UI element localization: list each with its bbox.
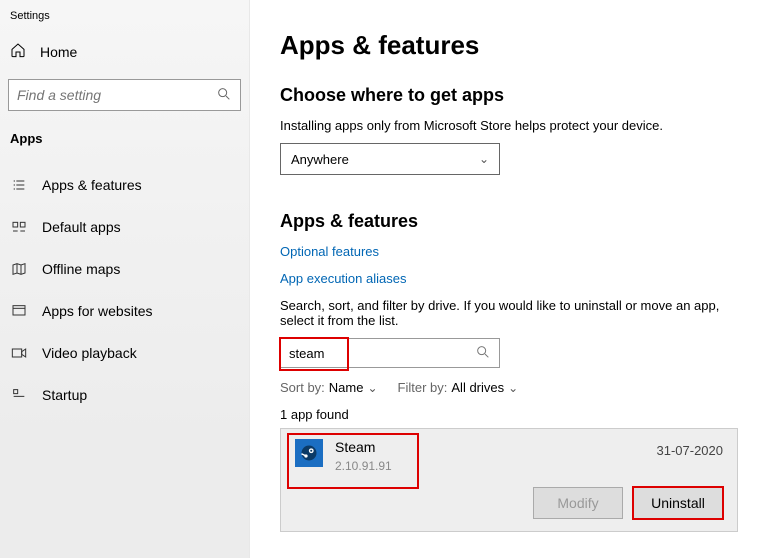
window-title: Settings — [0, 8, 249, 34]
apps-found-count: 1 app found — [280, 407, 738, 422]
sort-label: Sort by: — [280, 380, 325, 395]
sidebar-item-label: Offline maps — [42, 261, 120, 277]
apps-desc: Search, sort, and filter by drive. If yo… — [280, 298, 720, 328]
sidebar-item-label: Apps & features — [42, 177, 142, 193]
nav-home-label: Home — [40, 44, 77, 60]
app-links: Optional features App execution aliases — [280, 244, 738, 286]
search-icon — [216, 86, 232, 105]
sidebar-item-label: Apps for websites — [42, 303, 153, 319]
sidebar-nav: Apps & features Default apps Offline map… — [0, 164, 249, 416]
nav-home[interactable]: Home — [0, 34, 249, 69]
sidebar-item-apps-features[interactable]: Apps & features — [0, 164, 249, 206]
where-heading: Choose where to get apps — [280, 85, 738, 106]
filter-by[interactable]: Filter by: All drives ⌄ — [398, 380, 519, 395]
uninstall-button[interactable]: Uninstall — [633, 487, 723, 519]
sidebar-item-label: Default apps — [42, 219, 121, 235]
chevron-down-icon: ⌄ — [479, 152, 489, 166]
sidebar-search-input[interactable] — [17, 87, 216, 103]
filter-value: All drives — [451, 380, 504, 395]
sidebar-item-label: Startup — [42, 387, 87, 403]
sidebar-item-label: Video playback — [42, 345, 137, 361]
list-icon — [10, 176, 28, 194]
chevron-down-icon: ⌄ — [367, 381, 377, 395]
map-icon — [10, 260, 28, 278]
sort-by[interactable]: Sort by: Name ⌄ — [280, 380, 378, 395]
where-value: Anywhere — [291, 152, 349, 167]
sidebar: Settings Home Apps Apps & features Defau… — [0, 0, 250, 558]
page-title: Apps & features — [280, 30, 738, 61]
home-icon — [10, 42, 26, 61]
where-dropdown[interactable]: Anywhere ⌄ — [280, 143, 500, 175]
sidebar-item-offline-maps[interactable]: Offline maps — [0, 248, 249, 290]
app-date: 31-07-2020 — [657, 443, 724, 458]
websites-icon — [10, 302, 28, 320]
main-content: Apps & features Choose where to get apps… — [250, 0, 768, 558]
sidebar-search[interactable] — [8, 79, 241, 111]
video-icon — [10, 344, 28, 362]
steam-icon — [295, 439, 323, 467]
apps-heading: Apps & features — [280, 211, 738, 232]
startup-icon — [10, 386, 28, 404]
search-icon — [475, 344, 491, 363]
sidebar-item-default-apps[interactable]: Default apps — [0, 206, 249, 248]
app-search[interactable] — [280, 338, 500, 368]
sidebar-item-apps-for-websites[interactable]: Apps for websites — [0, 290, 249, 332]
app-version: 2.10.91.91 — [335, 459, 392, 473]
modify-button: Modify — [533, 487, 623, 519]
link-execution-aliases[interactable]: App execution aliases — [280, 271, 738, 286]
app-search-input[interactable] — [289, 346, 475, 361]
sort-value: Name — [329, 380, 364, 395]
sidebar-item-startup[interactable]: Startup — [0, 374, 249, 416]
where-desc: Installing apps only from Microsoft Stor… — [280, 118, 738, 133]
sidebar-item-video-playback[interactable]: Video playback — [0, 332, 249, 374]
app-row[interactable]: Steam 2.10.91.91 31-07-2020 Modify Unins… — [280, 428, 738, 532]
link-optional-features[interactable]: Optional features — [280, 244, 738, 259]
filter-label: Filter by: — [398, 380, 448, 395]
app-name: Steam — [335, 439, 392, 455]
sort-filter-row: Sort by: Name ⌄ Filter by: All drives ⌄ — [280, 380, 738, 395]
sidebar-section: Apps — [0, 121, 249, 164]
default-apps-icon — [10, 218, 28, 236]
chevron-down-icon: ⌄ — [508, 381, 518, 395]
